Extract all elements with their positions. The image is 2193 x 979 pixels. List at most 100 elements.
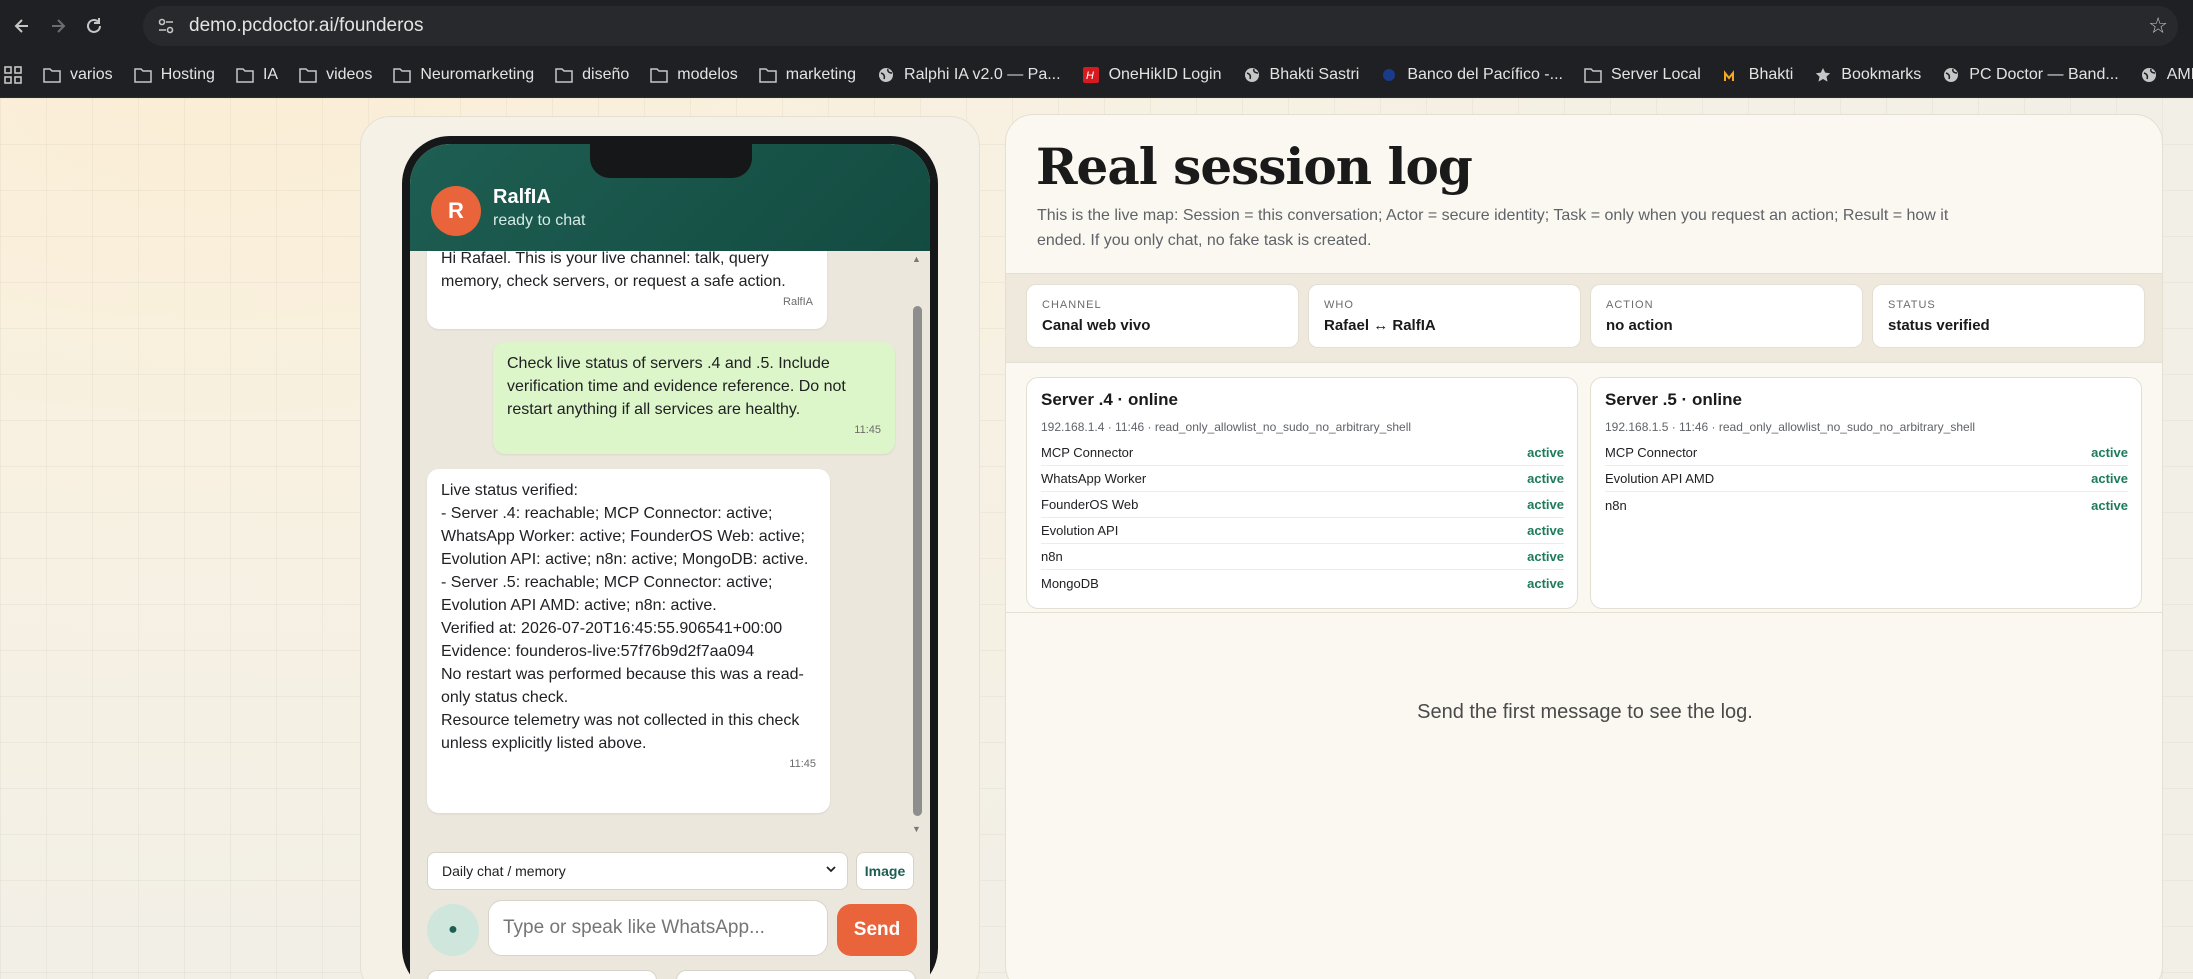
bookmark-item[interactable]: Banco del Pacífico -... (1379, 65, 1563, 85)
bookmark-label: OneHikID Login (1108, 65, 1222, 83)
address-bar[interactable]: demo.pcdoctor.ai/founderos ☆ (143, 6, 2178, 46)
forward-arrow-icon[interactable] (40, 8, 76, 44)
back-arrow-icon[interactable] (4, 8, 40, 44)
bookmark-label: marketing (785, 65, 857, 83)
contact-status: ready to chat (493, 212, 586, 229)
status-cards: CHANNEL Canal web vivo WHO Rafael ↔ Ralf… (1006, 273, 2162, 363)
globe-icon (1242, 65, 1262, 85)
card-value: no action (1606, 317, 1673, 334)
bookmark-list: varios Hosting IA videos Neuromarketing diseñ… (42, 65, 2193, 85)
bookmark-label: PC Doctor — Band... (1969, 65, 2119, 83)
bookmark-item[interactable]: Ralphi IA v2.0 — Pa... (876, 65, 1061, 85)
chat-screen: R RalfIA ready to chat Hi Rafael. This i… (410, 144, 930, 979)
service-row: Evolution API active (1041, 518, 1564, 544)
folder-icon (42, 65, 62, 85)
send-button[interactable]: Send (837, 904, 917, 956)
service-row: n8n active (1605, 492, 2128, 518)
bookmark-label: Banco del Pacífico -... (1407, 65, 1563, 83)
bank-icon (1379, 65, 1399, 85)
service-status: active (2091, 497, 2128, 513)
bookmark-star-icon[interactable]: ☆ (2148, 13, 2168, 39)
scroll-up-icon[interactable]: ▲ (912, 254, 921, 264)
bookmark-item[interactable]: H OneHikID Login (1081, 65, 1222, 85)
page-subtitle: This is the live map: Session = this con… (1037, 207, 1949, 249)
service-status: active (1527, 549, 1564, 564)
service-row: n8n active (1041, 544, 1564, 570)
server-title: Server .5 · online (1605, 390, 1742, 409)
bookmark-item[interactable]: IA (235, 65, 278, 85)
card-label: ACTION (1606, 299, 1654, 311)
bookmark-label: diseño (582, 65, 630, 83)
status-card: STATUS status verified (1872, 284, 2145, 348)
service-name: MongoDB (1041, 575, 1099, 591)
bookmark-item[interactable]: varios (42, 65, 113, 85)
service-list: MCP Connector active WhatsApp Worker active… (1041, 440, 1564, 596)
card-label: WHO (1324, 299, 1354, 311)
bookmark-label: Bookmarks (1841, 65, 1922, 83)
folder-icon (392, 65, 412, 85)
mode-select[interactable]: Daily chat / memory (427, 852, 848, 890)
bookmark-label: Neuromarketing (420, 65, 535, 83)
url-text[interactable]: demo.pcdoctor.ai/founderos (189, 15, 424, 37)
service-name: n8n (1605, 497, 1627, 513)
message-incoming: Live status verified: - Server .4: reach… (427, 469, 830, 813)
quick-action-button[interactable] (427, 970, 657, 979)
bookmark-item[interactable]: videos (298, 65, 372, 85)
message-text: Check live status of servers .4 and .5. … (507, 355, 846, 418)
chat-scrollbar[interactable]: ▲ ▼ (910, 254, 924, 834)
page-title: Real session log (1036, 137, 1473, 196)
service-row: MongoDB active (1041, 570, 1564, 596)
bookmark-item[interactable]: diseño (554, 65, 629, 85)
bookmark-item[interactable]: Bookmarks (1813, 65, 1921, 85)
m-logo-icon (1721, 65, 1741, 85)
channel-card: CHANNEL Canal web vivo (1026, 284, 1299, 348)
bookmark-item[interactable]: Neuromarketing (392, 65, 534, 85)
globe-icon (2139, 65, 2159, 85)
service-name: MCP Connector (1041, 445, 1134, 460)
service-status: active (2091, 471, 2128, 486)
bookmark-item[interactable]: PC Doctor — Band... (1941, 65, 2119, 85)
service-name: Evolution API AMD (1605, 471, 1715, 486)
folder-icon (1583, 65, 1603, 85)
service-status: active (1527, 575, 1564, 591)
message-time: 11:45 (854, 424, 881, 436)
bookmark-item[interactable]: marketing (758, 65, 856, 85)
bookmark-item[interactable]: AMD Ju (2139, 65, 2193, 85)
message-list[interactable]: Hi Rafael. This is your live channel: ta… (410, 251, 930, 831)
site-info-icon[interactable] (149, 11, 183, 41)
scroll-down-icon[interactable]: ▼ (912, 824, 921, 834)
card-label: STATUS (1888, 299, 1936, 311)
bookmark-label: Server Local (1610, 65, 1701, 83)
server-card-4: Server .4 · online 192.168.1.4 · 11:46 ·… (1026, 377, 1578, 609)
star-icon (1813, 65, 1833, 85)
bookmark-item[interactable]: Server Local (1583, 65, 1701, 85)
server-title: Server .4 · online (1041, 390, 1178, 409)
scrollbar-thumb[interactable] (913, 306, 922, 816)
bookmark-item[interactable]: Bhakti (1721, 65, 1793, 85)
reload-icon[interactable] (76, 8, 112, 44)
service-row: MCP Connector active (1605, 440, 2128, 466)
bookmark-label: AMD Ju (2166, 65, 2193, 83)
page-content: R RalfIA ready to chat Hi Rafael. This i… (0, 98, 2193, 979)
service-status: active (2091, 445, 2128, 460)
quick-action-button[interactable] (676, 970, 916, 979)
mode-select-value: Daily chat / memory (442, 863, 566, 879)
voice-record-icon[interactable]: ● (427, 904, 479, 956)
action-card: ACTION no action (1590, 284, 1863, 348)
image-button[interactable]: Image (856, 852, 914, 890)
who-card: WHO Rafael ↔ RalfIA (1308, 284, 1581, 348)
service-name: Evolution API (1041, 523, 1119, 538)
service-name: WhatsApp Worker (1041, 471, 1147, 486)
bookmark-label: Hosting (160, 65, 215, 83)
bookmark-item[interactable]: modelos (649, 65, 738, 85)
apps-grid-icon[interactable] (4, 58, 22, 92)
folder-icon (554, 65, 574, 85)
bookmark-item[interactable]: Hosting (133, 65, 215, 85)
chevron-down-icon (825, 863, 837, 878)
message-input[interactable] (488, 900, 828, 956)
bookmark-item[interactable]: Bhakti Sastri (1242, 65, 1359, 85)
card-value: Rafael ↔ RalfIA (1324, 317, 1436, 334)
service-name: MCP Connector (1605, 445, 1698, 460)
avatar: R (431, 186, 481, 236)
card-label: CHANNEL (1042, 299, 1102, 311)
